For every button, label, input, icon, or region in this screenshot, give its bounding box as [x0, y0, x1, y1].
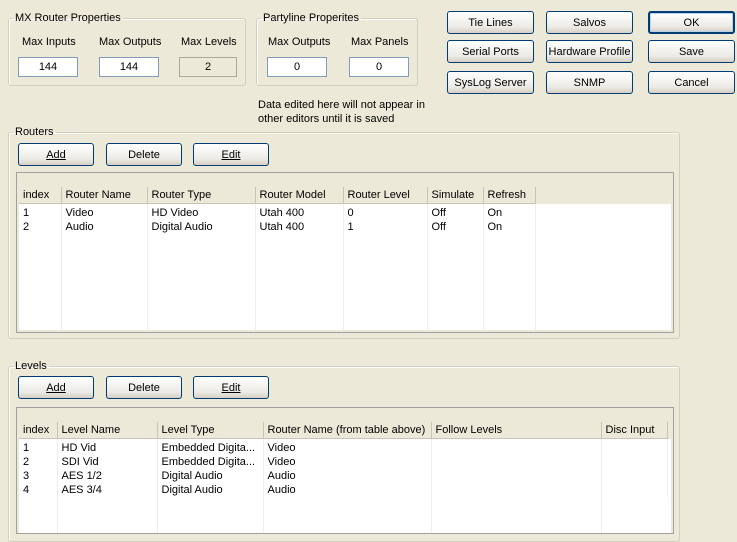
routers-column-header[interactable]: Router Level — [343, 187, 428, 204]
routers-column-header[interactable]: Router Name — [61, 187, 148, 204]
levels-edit-button[interactable]: Edit — [193, 376, 269, 399]
routers-column-header[interactable]: Router Type — [147, 187, 256, 204]
routers-edit-label: Edit — [221, 148, 241, 161]
salvos-button[interactable]: Salvos — [546, 11, 633, 34]
partyline-properties-title: Partyline Properites — [263, 12, 359, 24]
ok-button[interactable]: OK — [648, 11, 735, 34]
levels-add-label: Add — [46, 381, 66, 394]
levels-delete-button[interactable]: Delete — [106, 376, 182, 399]
routers-add-button[interactable]: Add — [18, 143, 94, 166]
partyline-max-outputs-field[interactable] — [267, 57, 327, 77]
notice-line-2: other editors until it is saved — [258, 113, 395, 125]
save-button[interactable]: Save — [648, 40, 735, 63]
max-outputs-label: Max Outputs — [99, 36, 162, 48]
unsaved-data-notice: Data edited here will not appear in othe… — [258, 98, 425, 126]
cancel-button[interactable]: Cancel — [648, 71, 735, 94]
levels-column-header[interactable]: Disc Input — [601, 422, 668, 439]
snmp-button[interactable]: SNMP — [546, 71, 633, 94]
levels-column-header[interactable]: Level Type — [157, 422, 264, 439]
hardware-profile-button[interactable]: Hardware Profile — [546, 40, 633, 63]
levels-add-button[interactable]: Add — [18, 376, 94, 399]
routers-add-label: Add — [46, 148, 66, 161]
levels-column-header[interactable]: index — [19, 422, 58, 439]
routers-grid-lines — [19, 204, 671, 330]
routers-column-header[interactable]: index — [19, 187, 62, 204]
levels-column-header[interactable]: Router Name (from table above) — [263, 422, 432, 439]
levels-column-header[interactable]: Follow Levels — [431, 422, 602, 439]
levels-column-header[interactable]: Level Name — [57, 422, 158, 439]
max-levels-value: 2 — [179, 57, 237, 77]
tie-lines-button[interactable]: Tie Lines — [447, 11, 534, 34]
serial-ports-button[interactable]: Serial Ports — [447, 40, 534, 63]
partyline-max-outputs-label: Max Outputs — [268, 36, 331, 48]
routers-edit-button[interactable]: Edit — [193, 143, 269, 166]
max-outputs-field[interactable] — [99, 57, 159, 77]
levels-title: Levels — [15, 360, 47, 372]
levels-delete-label: Delete — [128, 381, 160, 394]
mx-router-properties-title: MX Router Properties — [15, 12, 121, 24]
routers-column-header[interactable]: Refresh — [483, 187, 536, 204]
max-inputs-field[interactable] — [18, 57, 78, 77]
partyline-max-panels-field[interactable] — [349, 57, 409, 77]
routers-delete-label: Delete — [128, 148, 160, 161]
levels-edit-label: Edit — [221, 381, 241, 394]
max-levels-label: Max Levels — [181, 36, 237, 48]
routers-column-header[interactable]: Router Model — [255, 187, 344, 204]
levels-table-container: index Level Name Level Type Router Name (fr… — [16, 407, 674, 534]
routers-table-container: index Router Name Router Type Router Model R… — [16, 172, 674, 333]
partyline-max-panels-label: Max Panels — [351, 36, 409, 48]
notice-line-1: Data edited here will not appear in — [258, 99, 425, 111]
max-inputs-label: Max Inputs — [22, 36, 76, 48]
levels-grid-lines — [19, 439, 671, 533]
routers-column-header[interactable]: Simulate — [427, 187, 484, 204]
routers-title: Routers — [15, 126, 54, 138]
routers-delete-button[interactable]: Delete — [106, 143, 182, 166]
syslog-server-button[interactable]: SysLog Server — [447, 71, 534, 94]
